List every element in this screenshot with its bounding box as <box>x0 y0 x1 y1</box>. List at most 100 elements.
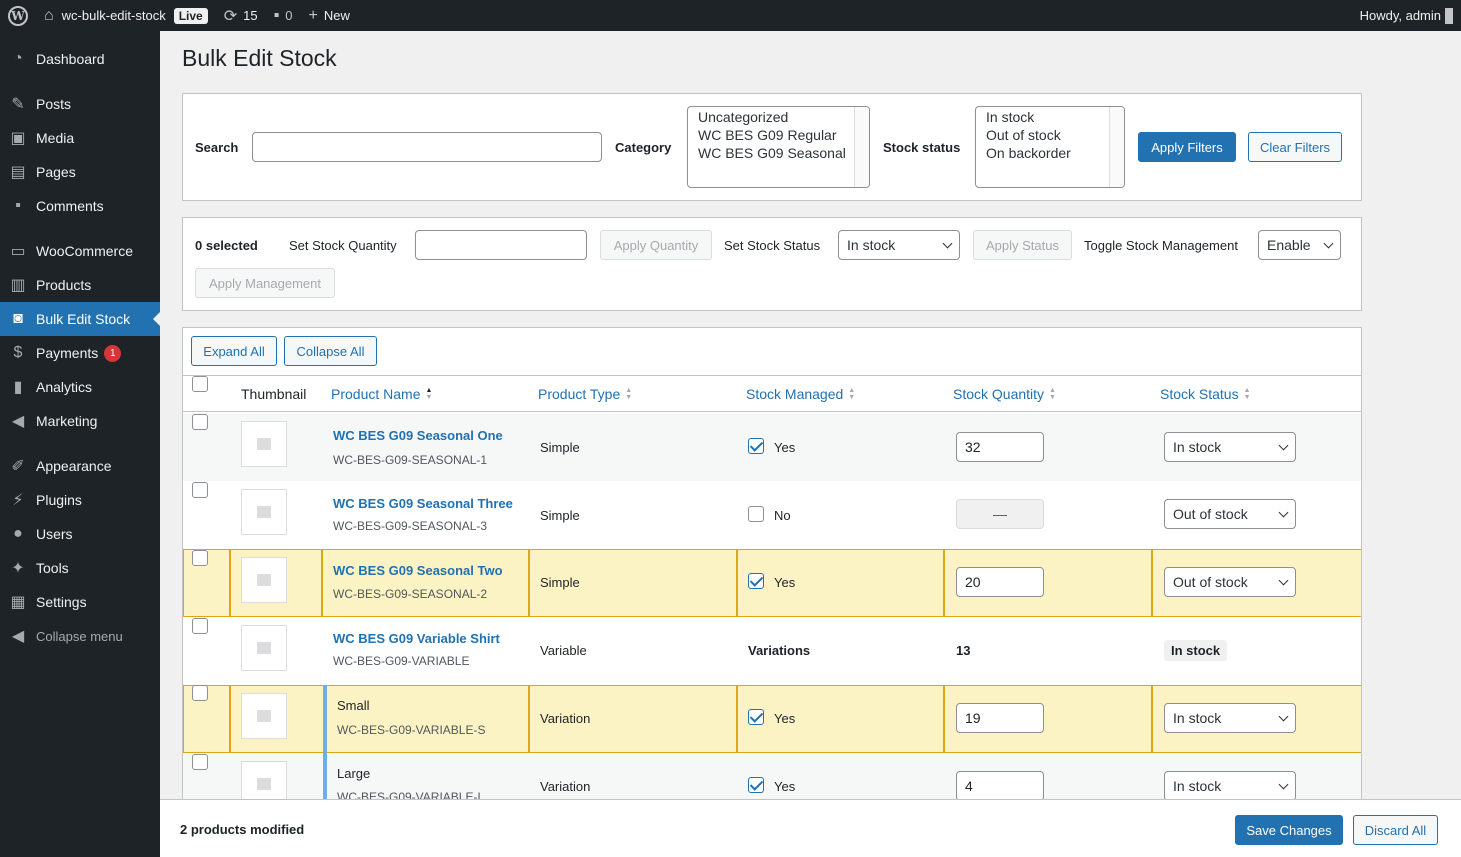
category-multiselect[interactable]: Uncategorized WC BES G09 Regular WC BES … <box>687 106 870 188</box>
stock-managed-header[interactable]: Stock Managed ▲ ▼ <box>746 386 855 402</box>
variation-name: Large <box>337 766 371 781</box>
header-label: Product Type <box>538 386 621 402</box>
category-label: Category <box>615 140 672 155</box>
stock-quantity-input[interactable]: 4 <box>956 771 1044 801</box>
stock-status-header[interactable]: Stock Status ▲ ▼ <box>1160 386 1251 402</box>
set-qty-label: Set Stock Quantity <box>289 238 397 253</box>
sidebar-item-dashboard[interactable]: ◔ Dashboard <box>0 42 160 76</box>
plus-icon: + <box>308 6 318 24</box>
row-checkbox[interactable] <box>192 550 208 566</box>
row-checkbox[interactable] <box>192 754 208 770</box>
collapse-menu-button[interactable]: ◀ Collapse menu <box>0 619 160 653</box>
archive-icon: ▥ <box>10 277 26 294</box>
category-option[interactable]: WC BES G09 Seasonal <box>688 144 869 162</box>
bulk-status-select[interactable]: In stock <box>838 230 960 260</box>
discard-all-button[interactable]: Discard All <box>1353 815 1438 845</box>
cell-divider <box>943 549 945 617</box>
sidebar-item-label: Analytics <box>36 379 93 395</box>
sidebar-item-woocommerce[interactable]: ▭ WooCommerce <box>0 234 160 268</box>
stock-status-multiselect[interactable]: In stock Out of stock On backorder <box>975 106 1125 188</box>
stock-status-select[interactable]: Out of stock <box>1164 499 1296 529</box>
row-checkbox[interactable] <box>192 618 208 634</box>
product-name-link[interactable]: WC BES G09 Seasonal Three <box>333 496 513 511</box>
product-name-header[interactable]: Product Name ▲ ▼ <box>331 386 432 402</box>
stock-status-option[interactable]: Out of stock <box>976 126 1124 144</box>
new-content-link[interactable]: + New <box>301 0 358 31</box>
product-type-header[interactable]: Product Type ▲ ▼ <box>538 386 632 402</box>
comments-link[interactable]: ▪ 0 <box>266 0 301 31</box>
stock-status-select[interactable]: In stock <box>1164 432 1296 462</box>
sidebar-item-users[interactable]: ● Users <box>0 517 160 551</box>
sidebar-item-comments[interactable]: ▪ Comments <box>0 189 160 223</box>
cell-divider <box>528 685 530 753</box>
sidebar-item-marketing[interactable]: ◀ Marketing <box>0 404 160 438</box>
shopping-bag-icon: ◙ <box>13 310 23 327</box>
sidebar-item-appearance[interactable]: ✐ Appearance <box>0 449 160 483</box>
stock-managed-checkbox[interactable] <box>748 506 764 522</box>
clear-filters-button[interactable]: Clear Filters <box>1248 132 1342 162</box>
woocommerce-icon: ▭ <box>10 243 26 260</box>
category-option[interactable]: WC BES G09 Regular <box>688 126 869 144</box>
toggle-mgmt-label: Toggle Stock Management <box>1084 238 1238 253</box>
sidebar-item-tools[interactable]: ✦ Tools <box>0 551 160 585</box>
stock-managed-checkbox[interactable] <box>748 438 764 454</box>
wp-logo-menu[interactable]: W <box>0 0 36 31</box>
row-checkbox[interactable] <box>192 482 208 498</box>
row-checkbox[interactable] <box>192 685 208 701</box>
updates-link[interactable]: ⟳ 15 <box>216 0 266 31</box>
search-input[interactable] <box>252 132 602 162</box>
apply-status-button[interactable]: Apply Status <box>973 230 1072 260</box>
sidebar-item-pages[interactable]: ▤ Pages <box>0 155 160 189</box>
row-checkbox[interactable] <box>192 414 208 430</box>
media-icon: ▣ <box>10 130 26 147</box>
product-name-link[interactable]: WC BES G09 Seasonal Two <box>333 563 503 578</box>
sort-arrows-icon: ▲ ▼ <box>848 387 856 401</box>
chevron-down-icon <box>1323 238 1334 248</box>
stock-quantity-header[interactable]: Stock Quantity ▲ ▼ <box>953 386 1056 402</box>
stock-status-option[interactable]: On backorder <box>976 144 1124 162</box>
sidebar-item-analytics[interactable]: ▮ Analytics <box>0 370 160 404</box>
stock-quantity-input[interactable]: 20 <box>956 567 1044 597</box>
chevron-down-icon <box>1278 575 1289 585</box>
product-name-link[interactable]: WC BES G09 Variable Shirt <box>333 631 500 646</box>
stock-managed-checkbox[interactable] <box>748 573 764 589</box>
apply-filters-button[interactable]: Apply Filters <box>1138 132 1236 162</box>
select-all-checkbox[interactable] <box>192 376 208 392</box>
stock-status-select[interactable]: In stock <box>1164 771 1296 801</box>
stock-status-scrollbar[interactable] <box>1109 107 1124 187</box>
sidebar-item-label: Payments <box>36 345 99 361</box>
sidebar-item-label: Marketing <box>36 413 98 429</box>
save-changes-button[interactable]: Save Changes <box>1235 815 1343 845</box>
sidebar-item-media[interactable]: ▣ Media <box>0 121 160 155</box>
collapse-all-button[interactable]: Collapse All <box>284 336 377 366</box>
product-type: Simple <box>540 575 580 590</box>
apply-management-button[interactable]: Apply Management <box>195 268 335 298</box>
bulk-qty-input[interactable] <box>415 230 587 260</box>
my-account-link[interactable]: Howdy, admin <box>1352 0 1461 31</box>
category-scrollbar[interactable] <box>854 107 869 187</box>
stock-quantity-input[interactable]: 19 <box>956 703 1044 733</box>
stock-status-select[interactable]: Out of stock <box>1164 567 1296 597</box>
stock-status-select[interactable]: In stock <box>1164 703 1296 733</box>
sort-arrows-icon: ▲ ▼ <box>1049 387 1056 401</box>
site-name-link[interactable]: ⌂ wc-bulk-edit-stock Live <box>36 0 216 31</box>
product-sku: WC-BES-G09-VARIABLE-S <box>337 723 486 737</box>
stock-managed-checkbox[interactable] <box>748 777 764 793</box>
sidebar-item-label: Collapse menu <box>36 628 123 644</box>
sidebar-item-bulk-edit-stock[interactable]: ◙ Bulk Edit Stock <box>0 302 161 336</box>
stock-managed-checkbox[interactable] <box>748 709 764 725</box>
apply-quantity-button[interactable]: Apply Quantity <box>600 230 712 260</box>
product-name-link[interactable]: WC BES G09 Seasonal One <box>333 428 503 443</box>
stock-quantity-input[interactable]: 32 <box>956 432 1044 462</box>
expand-all-button[interactable]: Expand All <box>191 336 277 366</box>
sidebar-item-payments[interactable]: $ Payments 1 <box>0 336 160 370</box>
image-placeholder-icon <box>257 506 271 518</box>
category-option[interactable]: Uncategorized <box>688 108 869 126</box>
stock-status-value: In stock <box>1173 439 1222 455</box>
sidebar-item-products[interactable]: ▥ Products <box>0 268 160 302</box>
sidebar-item-plugins[interactable]: ⚡ Plugins <box>0 483 160 517</box>
toggle-mgmt-select[interactable]: Enable <box>1258 230 1341 260</box>
stock-status-option[interactable]: In stock <box>976 108 1124 126</box>
sidebar-item-settings[interactable]: ▦ Settings <box>0 585 160 619</box>
sidebar-item-posts[interactable]: ✎ Posts <box>0 87 160 121</box>
